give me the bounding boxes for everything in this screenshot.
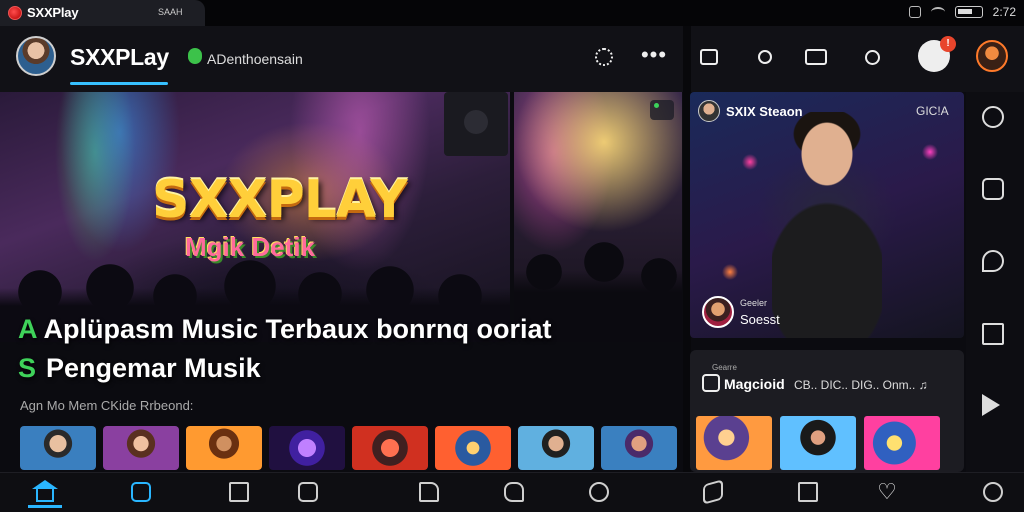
magazine-meta: CB.. DIC.. DIG.. Onm.. ♫ [794,378,928,392]
edit-icon[interactable] [982,178,1004,200]
featured-video-card[interactable] [690,92,964,338]
speaker-image [444,92,508,156]
magazine-thumbnails [696,416,940,470]
user-avatar[interactable] [16,36,56,76]
performer-image [772,112,882,338]
more-icon[interactable]: ••• [641,42,667,68]
artist-thumbnail[interactable] [103,426,179,470]
heart-icon[interactable]: ♡ [876,481,898,503]
notification-badge: ! [940,36,956,52]
list-icon[interactable] [797,481,819,503]
wifi-icon [930,7,945,17]
magazine-thumbnail[interactable] [696,416,772,470]
search-icon[interactable] [859,44,885,70]
artist-thumbnail[interactable] [601,426,677,470]
notification-icon[interactable]: ! [918,36,956,72]
gear-icon[interactable] [591,44,617,70]
camera-icon[interactable] [803,44,829,70]
vibrate-icon [908,6,921,18]
app-tab-title: SXXPlay [27,5,79,20]
user-icon[interactable] [752,44,778,70]
hero-title-line1: A Aplüpasm Music Terbaux bonrnq ooriat [18,314,552,345]
folder-icon[interactable] [418,481,440,503]
artist-thumbnail[interactable] [435,426,511,470]
channel-avatar[interactable] [698,100,720,122]
title-prefix-s: S [18,353,37,383]
explore-icon[interactable] [588,481,610,503]
play-icon[interactable] [982,394,1000,416]
magazine-title[interactable]: Magcioid [724,376,785,392]
artist-thumbnail[interactable] [20,426,96,470]
app-logo-icon [8,6,22,20]
hero-title-text1: Aplüpasm Music Terbaux bonrnq ooriat [43,314,552,344]
image-icon[interactable] [297,481,319,503]
verified-icon [188,48,202,64]
share-icon[interactable] [696,44,722,70]
artist-thumbnail[interactable] [269,426,345,470]
bookmark-icon[interactable] [228,481,250,503]
concert-image[interactable] [514,92,682,342]
live-badge-icon [650,100,674,120]
hero-subtitle: Agn Mo Mem CKide Rrbeond: [20,398,194,413]
hero-logo-subtitle: Mgik Detik [185,232,316,262]
channel-code: GIC!A [916,104,949,118]
hero-title-text2: Pengemar Musik [46,353,261,383]
clock: 2:72 [992,5,1016,19]
thumbnail-row [20,426,677,470]
globe-icon[interactable] [982,481,1004,503]
guest-name: Soesst [740,312,780,327]
title-prefix-a: A [18,314,38,344]
profile-icon[interactable] [976,40,1008,72]
hero-title-line2: S Pengemar Musik [18,353,261,384]
home-icon[interactable] [34,481,56,503]
window-icon[interactable] [982,323,1004,345]
home-active-indicator [28,505,62,508]
shield-icon[interactable] [982,250,1004,272]
system-tray: 2:72 [908,5,1016,19]
top-bar: SXXPLay ADenthoensain ••• ! [0,26,1024,92]
magazine-icon [702,374,720,392]
chat-icon[interactable] [503,481,525,503]
artist-thumbnail[interactable] [186,426,262,470]
artist-thumbnail[interactable] [352,426,428,470]
brand-title: SXXPLay [70,44,169,70]
artist-thumbnail[interactable] [518,426,594,470]
app-tab[interactable]: SXXPlay SAAH [0,0,205,26]
channel-name: SXIX Steaon [726,104,803,119]
cube-icon[interactable] [702,479,724,505]
guest-label: Geeler [740,298,768,308]
app-tab-subtitle: SAAH [158,7,183,17]
hero-logo-text: SXXPLAY [152,170,408,230]
cloud-icon[interactable] [982,106,1004,128]
magazine-label: Gearre [712,363,737,372]
active-tab-indicator [70,82,168,85]
brand-tagline: ADenthoensain [207,51,303,67]
magazine-thumbnail[interactable] [780,416,856,470]
guest-avatar[interactable] [702,296,734,328]
battery-icon [954,6,983,18]
library-icon[interactable] [130,481,152,503]
hero-banner[interactable]: SXXPLAY Mgik Detik [0,92,510,342]
magazine-thumbnail[interactable] [864,416,940,470]
